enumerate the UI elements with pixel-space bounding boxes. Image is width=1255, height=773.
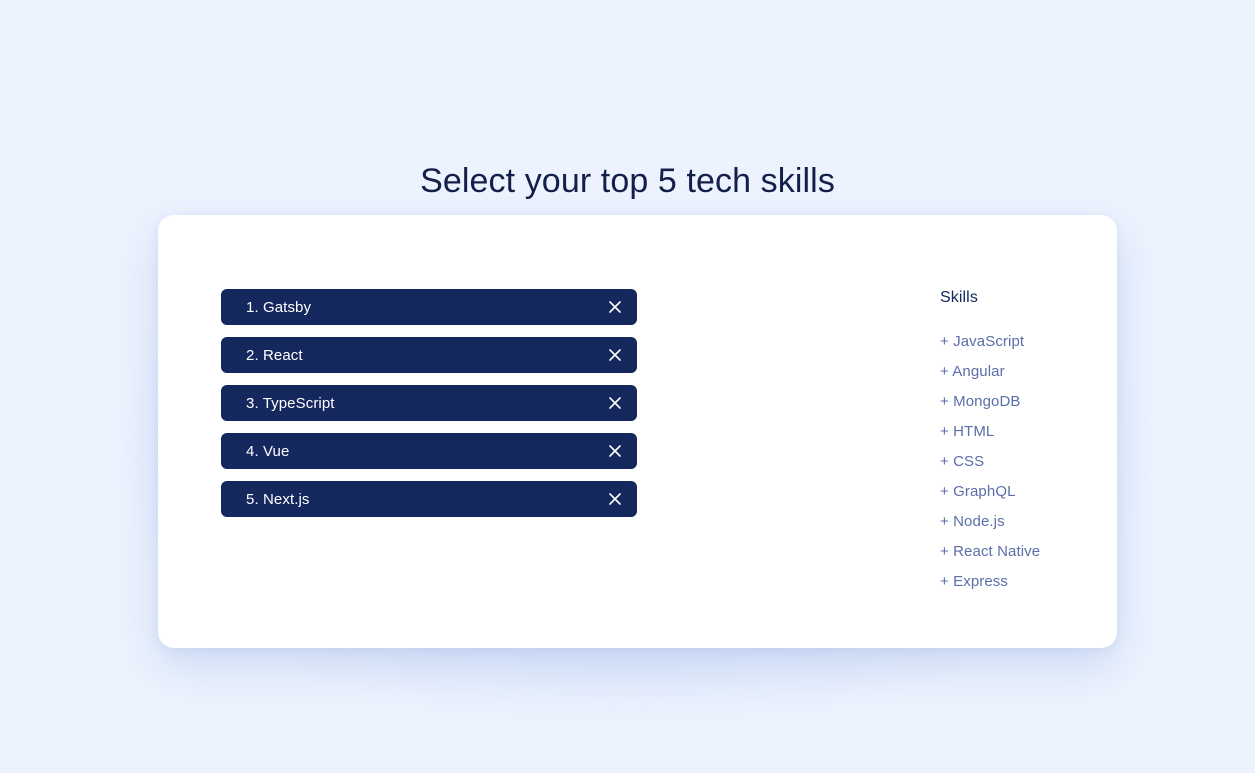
remove-skill-button[interactable] [603,391,627,415]
remove-skill-button[interactable] [603,439,627,463]
selected-skill-item[interactable]: 3. TypeScript [221,385,637,421]
close-icon [608,300,622,314]
available-skill-item[interactable]: + Express [940,567,1090,597]
skills-card: 1. Gatsby 2. React 3. TypeScript 4. Vue … [158,215,1117,648]
close-icon [608,444,622,458]
selected-skill-label: 4. Vue [246,442,290,460]
available-skill-item[interactable]: + GraphQL [940,477,1090,507]
available-skill-item[interactable]: + MongoDB [940,387,1090,417]
selected-skill-label: 2. React [246,346,303,364]
selected-skill-item[interactable]: 1. Gatsby [221,289,637,325]
page-title: Select your top 5 tech skills [420,162,835,200]
page-root: Select your top 5 tech skills 1. Gatsby … [0,0,1255,773]
selected-skill-item[interactable]: 2. React [221,337,637,373]
available-skills-heading: Skills [940,289,978,306]
selected-skill-item[interactable]: 5. Next.js [221,481,637,517]
selected-skill-label: 3. TypeScript [246,394,335,412]
available-skill-item[interactable]: + Angular [940,357,1090,387]
close-icon [608,492,622,506]
remove-skill-button[interactable] [603,487,627,511]
selected-skill-label: 5. Next.js [246,490,310,508]
selected-skill-item[interactable]: 4. Vue [221,433,637,469]
available-skill-item[interactable]: + React Native [940,537,1090,567]
selected-skill-label: 1. Gatsby [246,298,312,316]
remove-skill-button[interactable] [603,343,627,367]
selected-skills-list: 1. Gatsby 2. React 3. TypeScript 4. Vue … [221,289,637,517]
available-skill-item[interactable]: + Node.js [940,507,1090,537]
available-skill-item[interactable]: + HTML [940,417,1090,447]
close-icon [608,348,622,362]
available-skill-item[interactable]: + CSS [940,447,1090,477]
remove-skill-button[interactable] [603,295,627,319]
available-skill-item[interactable]: + JavaScript [940,327,1090,357]
available-skills-panel: Skills + JavaScript + Angular + MongoDB … [940,289,1090,597]
close-icon [608,396,622,410]
